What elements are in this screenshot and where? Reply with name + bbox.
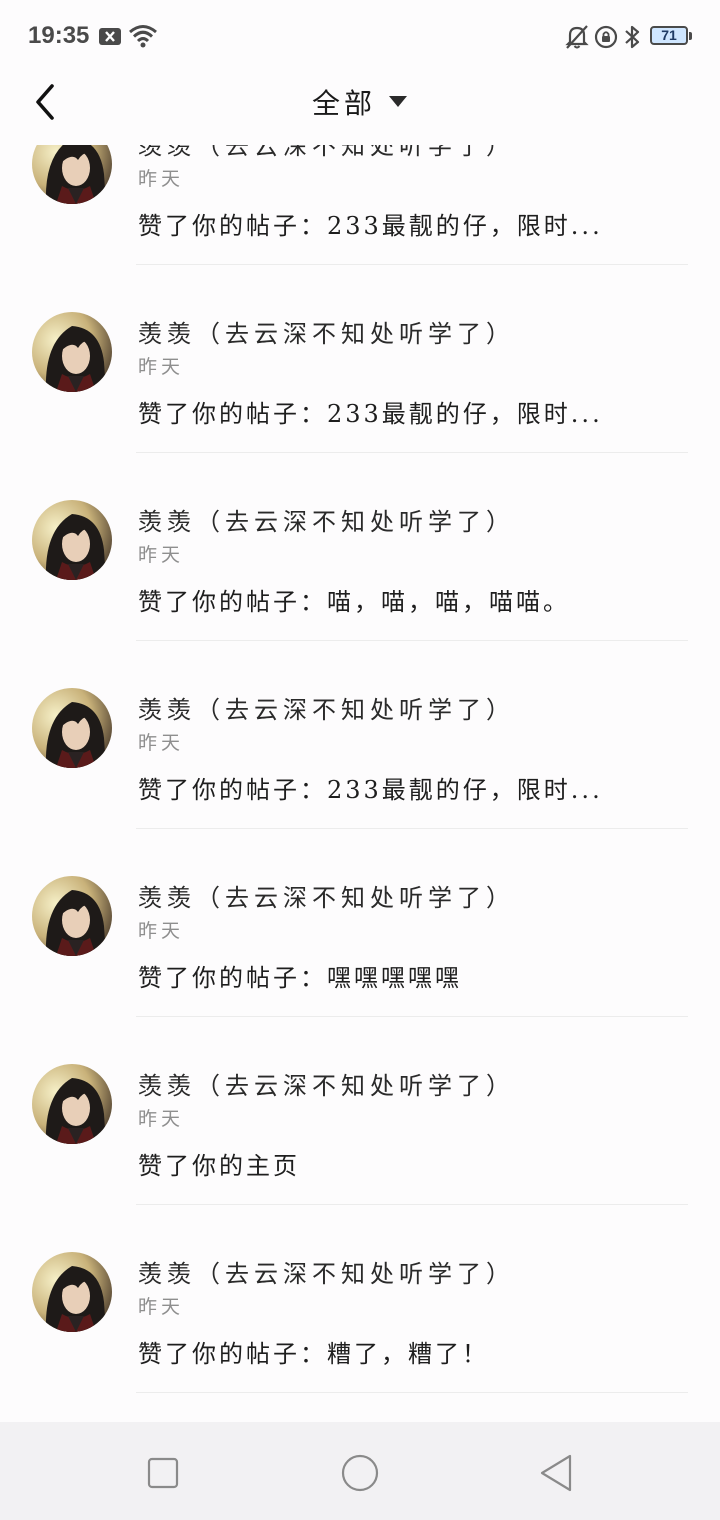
avatar[interactable]	[32, 312, 112, 392]
system-nav-bar	[0, 1422, 720, 1520]
avatar[interactable]	[32, 1064, 112, 1144]
avatar[interactable]	[32, 1252, 112, 1332]
notification-user-name[interactable]: 羡羡（去云深不知处听学了）	[138, 1254, 515, 1289]
notification-item[interactable]: 羡羡（去云深不知处听学了） 昨天赞了你的帖子：233最靓的仔，限时...	[0, 274, 720, 462]
page-title-dropdown[interactable]: 全部	[312, 82, 376, 122]
avatar[interactable]	[32, 688, 112, 768]
notification-user-name[interactable]: 羡羡（去云深不知处听学了）	[138, 878, 515, 913]
notification-time: 昨天	[138, 1296, 185, 1318]
divider	[136, 828, 688, 829]
notification-user-name[interactable]: 羡羡（去云深不知处听学了）	[138, 690, 515, 725]
notification-user-name[interactable]: 羡羡（去云深不知处听学了）	[138, 314, 515, 349]
chevron-left-icon[interactable]	[30, 82, 64, 122]
notification-item[interactable]: 羡羡（去云深不知处听学了） 昨天赞了你的帖子：喵，喵，喵，喵喵。	[0, 462, 720, 650]
notification-time: 昨天	[138, 356, 185, 378]
avatar[interactable]	[32, 876, 112, 956]
divider	[136, 1392, 688, 1393]
notification-time: 昨天	[138, 168, 185, 190]
recents-square-icon[interactable]	[146, 1456, 180, 1490]
notification-text[interactable]: 赞了你的主页	[138, 1146, 300, 1181]
notification-user-name[interactable]: 羡羡（去云深不知处听学了）	[138, 502, 515, 537]
battery-indicator: 71	[650, 26, 692, 45]
bluetooth-icon	[625, 25, 640, 49]
notification-text[interactable]: 赞了你的帖子：233最靓的仔，限时...	[138, 770, 603, 805]
wifi-icon	[129, 25, 157, 48]
notification-item[interactable]: 羡羡（去云深不知处听学了） 昨天赞了你的帖子：糟了，糟了！	[0, 1214, 720, 1402]
divider	[136, 264, 688, 265]
notification-list[interactable]: 羡羡（去云深不知处听学了） 昨天 赞了你的帖子：233最靓的仔，限时... 羡羡（去云…	[0, 145, 720, 1422]
notification-item[interactable]: 羡羡（去云深不知处听学了） 昨天赞了你的帖子：嘿嘿嘿嘿嘿	[0, 838, 720, 1026]
notification-x-icon	[99, 28, 121, 45]
notification-time: 昨天	[138, 544, 185, 566]
battery-level: 71	[661, 27, 677, 43]
back-triangle-icon[interactable]	[538, 1453, 574, 1493]
divider	[136, 452, 688, 453]
notification-time: 昨天	[138, 920, 185, 942]
divider	[136, 1204, 688, 1205]
notification-time: 昨天	[138, 1108, 185, 1130]
notification-text[interactable]: 赞了你的帖子：糟了，糟了！	[138, 1334, 489, 1369]
notification-user-name[interactable]: 羡羡（去云深不知处听学了）	[138, 1066, 515, 1101]
notification-text[interactable]: 赞了你的帖子：嘿嘿嘿嘿嘿	[138, 958, 462, 993]
status-time: 19:35	[28, 22, 90, 49]
mute-bell-icon	[565, 25, 589, 49]
notification-text[interactable]: 赞了你的帖子：喵，喵，喵，喵喵。	[138, 582, 570, 617]
avatar[interactable]	[32, 145, 112, 204]
notification-text[interactable]: 赞了你的帖子：233最靓的仔，限时...	[138, 394, 603, 429]
rotation-lock-icon	[594, 25, 618, 49]
status-bar: 19:35 71	[0, 0, 720, 74]
home-circle-icon[interactable]	[340, 1453, 380, 1493]
divider	[136, 1016, 688, 1017]
top-app-bar: 全部	[0, 74, 720, 130]
notification-item[interactable]: 羡羡（去云深不知处听学了） 昨天赞了你的帖子：233最靓的仔，限时...	[0, 650, 720, 838]
notification-text[interactable]: 赞了你的帖子：233最靓的仔，限时...	[138, 206, 603, 241]
notification-time: 昨天	[138, 732, 185, 754]
notification-item[interactable]: 羡羡（去云深不知处听学了） 昨天赞了你的主页	[0, 1026, 720, 1214]
divider	[136, 640, 688, 641]
notification-user-name[interactable]: 羡羡（去云深不知处听学了）	[138, 145, 515, 161]
avatar[interactable]	[32, 500, 112, 580]
caret-down-icon[interactable]	[389, 96, 407, 107]
